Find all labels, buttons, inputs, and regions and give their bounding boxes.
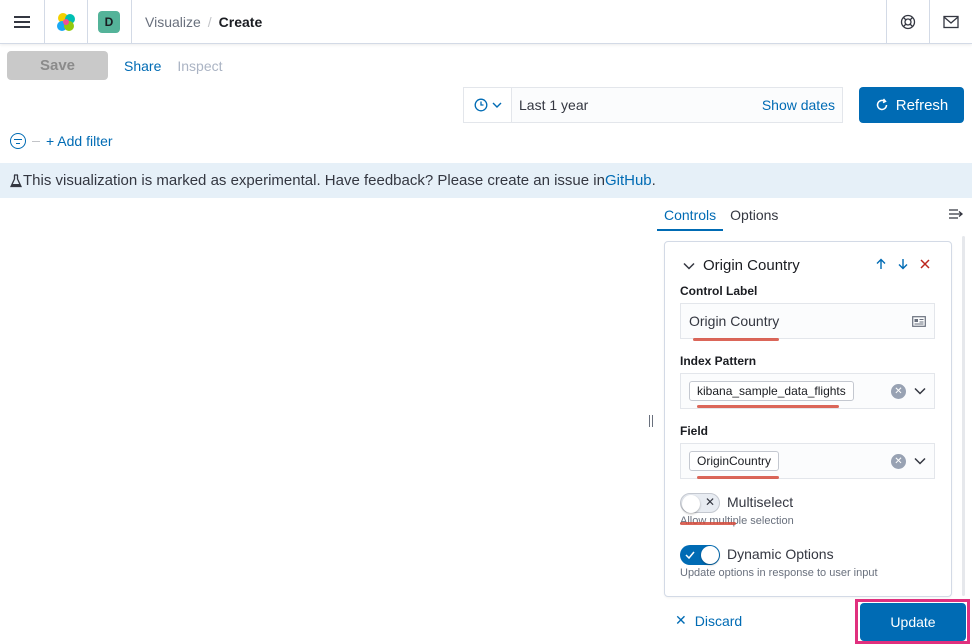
index-pattern-combobox[interactable]: kibana_sample_data_flights ✕: [680, 373, 935, 409]
tab-options[interactable]: Options: [723, 200, 785, 231]
index-pattern-pill: kibana_sample_data_flights: [689, 381, 854, 401]
add-filter-button[interactable]: + Add filter: [46, 133, 113, 149]
chevron-down-icon[interactable]: [914, 387, 926, 395]
date-range-text: Last 1 year: [519, 97, 589, 113]
refresh-button[interactable]: Refresh: [859, 87, 964, 123]
experimental-callout: This visualization is marked as experime…: [0, 163, 972, 198]
chevron-down-icon: [492, 102, 501, 108]
refresh-icon: [876, 98, 887, 111]
filter-options-icon[interactable]: [10, 133, 26, 149]
toggle-off-icon: ✕: [705, 495, 716, 509]
id-card-icon: [912, 315, 926, 327]
editor-tabs: Controls Options: [657, 200, 957, 232]
panel-resize-handle[interactable]: [649, 415, 653, 427]
multiselect-label: Multiselect: [727, 494, 794, 510]
control-panel: Origin Country Control Label Origin Coun…: [664, 241, 952, 597]
annotation-underline: [697, 405, 839, 408]
clock-icon: [474, 98, 487, 112]
dynamic-options-label: Dynamic Options: [727, 546, 834, 562]
close-icon: ✕: [675, 612, 687, 628]
annotation-highlight-box: [855, 599, 970, 644]
field-combobox[interactable]: OriginCountry ✕: [680, 443, 935, 479]
inspect-link[interactable]: Inspect: [177, 58, 222, 74]
annotation-underline: [680, 522, 736, 525]
move-down-icon[interactable]: [897, 258, 909, 270]
callout-tail: .: [651, 172, 656, 189]
annotation-underline: [693, 338, 779, 341]
index-pattern-label: Index Pattern: [680, 354, 757, 368]
breadcrumb-visualize[interactable]: Visualize: [145, 14, 201, 30]
space-selector[interactable]: D: [87, 0, 131, 44]
beaker-icon: [10, 173, 22, 187]
save-button[interactable]: Save: [7, 51, 108, 80]
clear-icon[interactable]: ✕: [891, 453, 906, 469]
top-header: D Visualize / Create: [0, 0, 972, 44]
field-pill: OriginCountry: [689, 451, 780, 471]
quick-select-button[interactable]: [464, 88, 512, 122]
breadcrumb-separator: /: [207, 14, 212, 30]
move-up-icon[interactable]: [875, 258, 887, 270]
dynamic-options-help: Update options in response to user input: [680, 567, 878, 579]
top-nav-menu: Save Share Inspect: [7, 51, 223, 80]
multiselect-help: Allow multiple selection: [680, 515, 794, 527]
breadcrumb: Visualize / Create: [145, 0, 262, 44]
date-picker: Last 1 year Show dates: [463, 87, 843, 123]
control-header[interactable]: Origin Country: [683, 257, 800, 274]
toggle-knob: [682, 495, 700, 513]
refresh-label: Refresh: [895, 96, 949, 114]
space-avatar: D: [98, 11, 120, 33]
clear-icon[interactable]: ✕: [891, 383, 906, 399]
control-label-input[interactable]: Origin Country: [680, 303, 935, 339]
remove-control-icon[interactable]: [919, 258, 931, 270]
show-dates-link[interactable]: Show dates: [762, 97, 835, 113]
control-title: Origin Country: [703, 257, 800, 274]
tab-controls[interactable]: Controls: [657, 200, 724, 231]
hamburger-icon: [14, 13, 30, 31]
menu-toggle-button[interactable]: [0, 0, 44, 44]
multiselect-toggle[interactable]: ✕: [680, 493, 720, 513]
annotation-underline: [697, 476, 779, 479]
newsfeed-button[interactable]: [929, 0, 972, 44]
chevron-down-icon[interactable]: [683, 262, 695, 270]
check-icon: [685, 551, 695, 559]
collapse-sidebar-icon[interactable]: [948, 208, 964, 220]
callout-text: This visualization is marked as experime…: [23, 172, 605, 189]
sidebar-scrollbar[interactable]: [962, 236, 965, 596]
kibana-logo[interactable]: [44, 0, 87, 44]
discard-label: Discard: [694, 612, 743, 629]
toggle-knob: [701, 546, 719, 564]
date-range-display[interactable]: Last 1 year Show dates: [512, 88, 842, 122]
filter-bar: + Add filter: [10, 131, 113, 151]
help-button[interactable]: [886, 0, 929, 44]
elastic-logo-icon: [56, 13, 75, 31]
mail-icon: [942, 15, 959, 29]
share-link[interactable]: Share: [124, 58, 161, 74]
control-label-value: Origin Country: [689, 313, 780, 329]
breadcrumb-create: Create: [218, 14, 263, 30]
control-actions: [875, 258, 931, 270]
chevron-down-icon[interactable]: [914, 457, 926, 465]
help-lifebuoy-icon: [900, 14, 915, 30]
field-label: Field: [680, 424, 709, 438]
discard-button[interactable]: ✕ Discard: [675, 612, 742, 629]
github-link[interactable]: GitHub: [605, 172, 652, 189]
dynamic-options-toggle[interactable]: [680, 545, 720, 565]
filter-divider: [32, 140, 40, 142]
control-label-label: Control Label: [680, 284, 758, 298]
